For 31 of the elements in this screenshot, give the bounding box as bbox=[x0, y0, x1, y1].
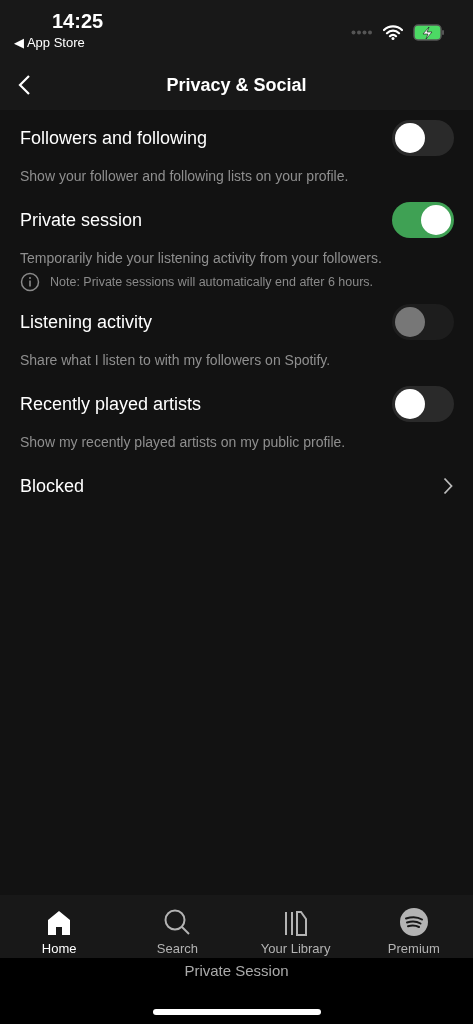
toggle-switch[interactable] bbox=[392, 120, 454, 156]
setting-description: Temporarily hide your listening activity from your followers. bbox=[20, 250, 383, 266]
setting-label: Listening activity bbox=[20, 311, 153, 333]
back-icon[interactable] bbox=[17, 74, 31, 96]
tab-bar-item[interactable]: Premium bbox=[354, 908, 473, 956]
setting-description: Show your follower and following lists on your profile. bbox=[20, 168, 350, 184]
battery-charging-icon bbox=[413, 23, 445, 41]
tab-bar-item[interactable]: Home bbox=[0, 910, 119, 956]
setting-label: Followers and following bbox=[20, 127, 208, 149]
sound-waves-circle-icon bbox=[399, 908, 428, 936]
private-session-label: Private Session bbox=[184, 962, 289, 979]
note-text: Note: Private sessions will automatically end after 6 hours. bbox=[50, 275, 374, 289]
status-time: 14:25 bbox=[52, 10, 104, 33]
info-icon bbox=[20, 272, 40, 292]
toggle-switch[interactable] bbox=[392, 202, 454, 238]
chevron-right-icon[interactable] bbox=[443, 477, 453, 495]
toggle-switch[interactable] bbox=[392, 386, 454, 422]
wifi-icon bbox=[383, 24, 403, 40]
setting-label: Private session bbox=[20, 209, 143, 231]
tab-bar-item[interactable]: Your Library bbox=[236, 910, 355, 956]
setting-label[interactable]: Blocked bbox=[20, 475, 85, 497]
tab-bar-item[interactable]: Search bbox=[118, 908, 237, 956]
home-icon bbox=[46, 910, 73, 936]
library-icon bbox=[282, 910, 309, 936]
setting-description: Show my recently played artists on my public profile. bbox=[20, 434, 347, 450]
back-to-app-link[interactable]: ◀ App Store bbox=[14, 35, 85, 50]
setting-description: Share what I listen to with my followers on Spotify. bbox=[20, 352, 332, 368]
setting-label: Recently played artists bbox=[20, 393, 202, 415]
search-icon bbox=[163, 908, 192, 936]
page-title: Privacy & Social bbox=[166, 74, 307, 96]
signal-dots-icon bbox=[351, 29, 373, 35]
